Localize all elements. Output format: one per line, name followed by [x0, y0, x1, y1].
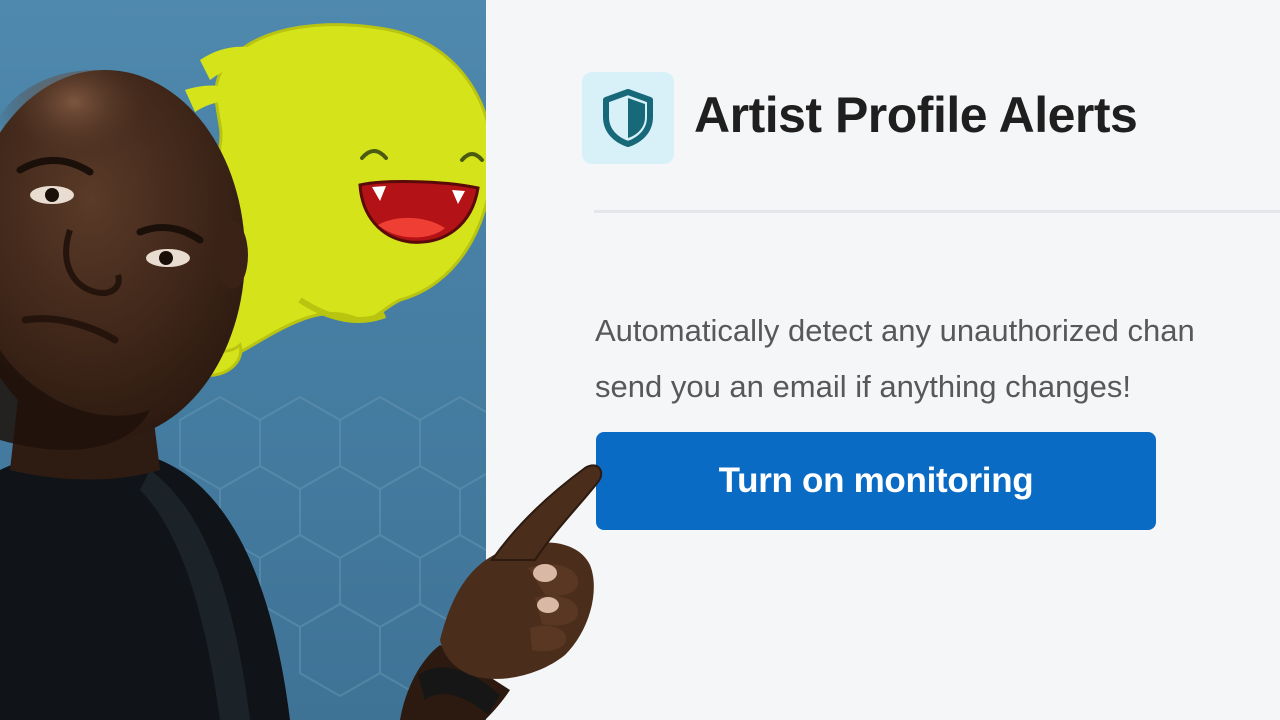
- shield-icon-tile: [582, 72, 674, 164]
- alert-description: Automatically detect any unauthorized ch…: [595, 303, 1280, 415]
- hexagon-pattern: [0, 23, 486, 720]
- description-line-1: Automatically detect any unauthorized ch…: [595, 313, 1195, 348]
- presenter-photo-panel: [0, 0, 486, 720]
- artist-profile-alerts-panel: Artist Profile Alerts Automatically dete…: [486, 0, 1280, 720]
- page-title: Artist Profile Alerts: [694, 87, 1138, 143]
- description-line-2: send you an email if anything changes!: [595, 369, 1131, 404]
- shield-icon: [603, 89, 653, 147]
- turn-on-monitoring-button[interactable]: Turn on monitoring: [596, 432, 1156, 530]
- divider: [594, 210, 1280, 213]
